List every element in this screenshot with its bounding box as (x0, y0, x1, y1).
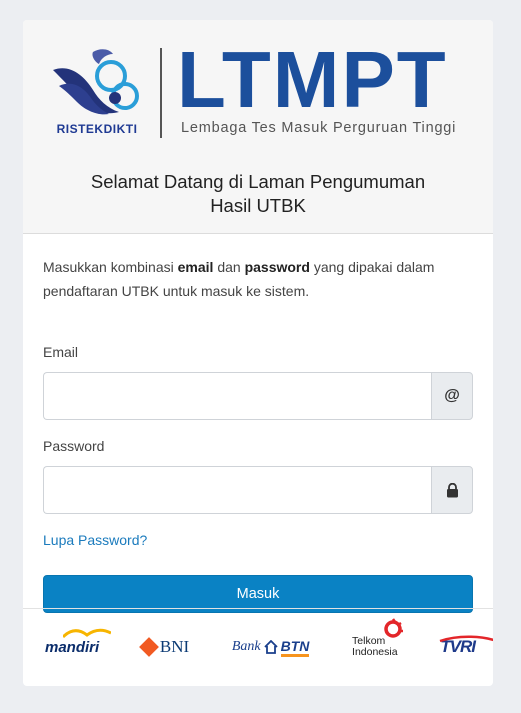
btn-logo: Bank BTN (232, 638, 310, 657)
intro-text: dan (213, 259, 245, 275)
page-title: Selamat Datang di Laman Pengumuman Hasil… (23, 170, 493, 218)
password-label: Password (43, 438, 105, 454)
ristekdikti-logo-icon (53, 49, 139, 115)
ristekdikti-label: RISTEKDIKTI (56, 122, 138, 136)
footer-divider (23, 608, 493, 609)
forgot-password-link[interactable]: Lupa Password? (43, 532, 147, 548)
brand-name: LTMPT (177, 35, 448, 124)
btn-label: BTN (280, 638, 310, 657)
btn-prefix-label: Bank (231, 639, 261, 654)
page-title-line2: Hasil UTBK (210, 195, 306, 216)
tvri-logo: TVRI (439, 635, 493, 657)
mandiri-label: mandiri (45, 638, 100, 656)
at-sign-icon: @ (431, 372, 473, 420)
bni-mark-icon (138, 637, 159, 657)
telkom-logo: Telkom Indonesia (352, 618, 404, 658)
tvri-swoosh-icon (439, 635, 493, 643)
intro-email-emphasis: email (177, 259, 214, 275)
brand-tagline: Lembaga Tes Masuk Perguruan Tinggi (181, 120, 457, 136)
email-label: Email (43, 344, 79, 360)
telkom-label-line2: Indonesia (352, 646, 398, 658)
logo-divider (160, 48, 162, 138)
mandiri-wave-icon (63, 628, 111, 638)
house-icon (263, 640, 278, 654)
lock-icon-addon (431, 466, 473, 514)
bni-label: BNI (159, 637, 190, 656)
password-input[interactable] (43, 466, 431, 514)
lock-icon (446, 482, 458, 497)
partner-logos: mandiri BNI Bank BTN Telkom Indonesia TV… (45, 618, 493, 672)
login-instructions: Masukkan kombinasi email dan password ya… (43, 255, 473, 303)
email-input[interactable] (43, 372, 431, 420)
telkom-swirl-icon (384, 618, 404, 638)
mandiri-logo: mandiri (45, 628, 111, 656)
email-input-group: @ (43, 372, 473, 420)
bni-logo: BNI (138, 637, 190, 657)
ltmpt-logo: RISTEKDIKTI LTMPT Lembaga Tes Masuk Perg… (49, 35, 469, 142)
intro-text: Masukkan kombinasi (43, 259, 178, 275)
intro-password-emphasis: password (244, 259, 310, 275)
page-title-line1: Selamat Datang di Laman Pengumuman (90, 171, 426, 192)
login-form: Masukkan kombinasi email dan password ya… (43, 255, 473, 613)
password-input-group (43, 466, 473, 514)
card-header: RISTEKDIKTI LTMPT Lembaga Tes Masuk Perg… (23, 20, 493, 234)
login-card: RISTEKDIKTI LTMPT Lembaga Tes Masuk Perg… (23, 20, 493, 686)
